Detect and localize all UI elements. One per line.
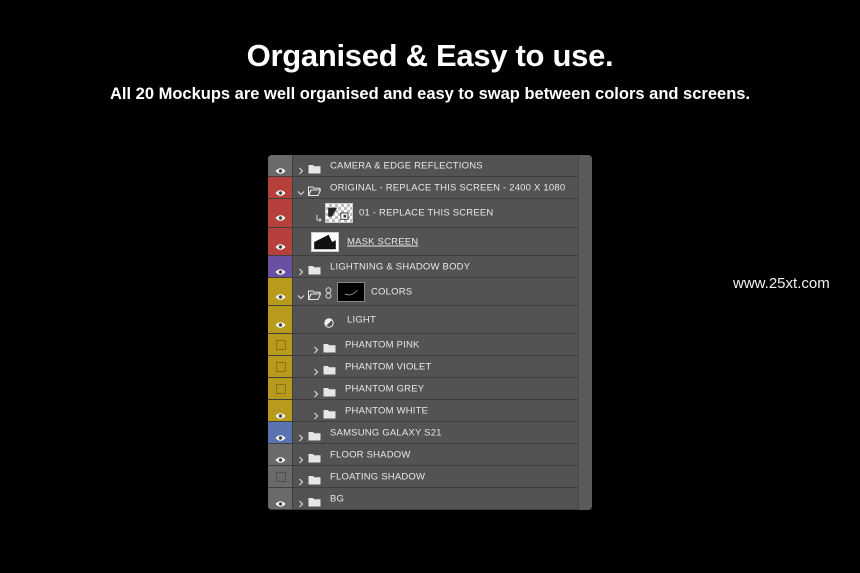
layer-name: FLOATING SHADOW	[330, 471, 426, 482]
layer-name: PHANTOM PINK	[345, 339, 420, 350]
layer-name: MASK SCREEN	[347, 236, 419, 247]
layer-name: LIGHTNING & SHADOW BODY	[330, 261, 471, 272]
visibility-toggle[interactable]	[268, 155, 293, 176]
layer-row-lightning-shadow-body[interactable]: LIGHTNING & SHADOW BODY	[268, 256, 578, 278]
layer-name: 01 - REPLACE THIS SCREEN	[359, 207, 494, 219]
chevron-right-icon[interactable]	[297, 473, 305, 485]
watermark: www.25xt.com	[733, 275, 830, 292]
eye-icon	[275, 288, 286, 300]
chevron-down-icon[interactable]	[297, 184, 305, 195]
folder-icon	[308, 161, 321, 173]
hidden-visibility-icon	[276, 471, 286, 482]
chevron-right-icon[interactable]	[297, 451, 305, 463]
eye-icon	[275, 162, 286, 174]
layer-row-camera-edge-reflections[interactable]: CAMERA & EDGE REFLECTIONS	[268, 155, 578, 177]
layers-scrollbar[interactable]	[578, 155, 592, 510]
layers-panel: CAMERA & EDGE REFLECTIONS ORIGINAL - REPL…	[268, 155, 592, 510]
eye-icon	[275, 495, 286, 507]
visibility-toggle[interactable]	[268, 444, 293, 465]
visibility-toggle[interactable]	[268, 488, 293, 509]
clipping-arrow-icon	[316, 209, 322, 222]
layer-row-phantom-grey[interactable]: PHANTOM GREY	[268, 378, 578, 400]
folder-open-icon	[307, 183, 322, 196]
adjustment-layer-icon	[324, 315, 334, 328]
visibility-toggle[interactable]	[268, 466, 293, 487]
visibility-toggle[interactable]	[268, 400, 293, 421]
folder-icon	[308, 450, 321, 462]
smart-object-thumbnail[interactable]	[325, 203, 353, 223]
layer-row-phantom-white[interactable]: PHANTOM WHITE	[268, 400, 578, 422]
eye-icon	[275, 184, 286, 196]
visibility-toggle[interactable]	[268, 199, 293, 227]
folder-icon	[308, 428, 321, 440]
layer-row-floating-shadow[interactable]: FLOATING SHADOW	[268, 466, 578, 488]
chevron-right-icon[interactable]	[312, 363, 320, 375]
layer-name: BG	[330, 493, 345, 504]
chevron-right-icon[interactable]	[297, 162, 305, 174]
visibility-toggle[interactable]	[268, 334, 293, 355]
layer-row-phantom-violet[interactable]: PHANTOM VIOLET	[268, 356, 578, 378]
chevron-down-icon[interactable]	[297, 288, 305, 299]
layer-name: COLORS	[371, 286, 413, 297]
chevron-right-icon[interactable]	[297, 263, 305, 275]
layer-row-mask-screen[interactable]: MASK SCREEN	[268, 228, 578, 256]
folder-open-icon	[307, 287, 322, 300]
folder-icon	[308, 472, 321, 484]
hidden-visibility-icon	[276, 339, 286, 350]
folder-icon	[323, 340, 336, 352]
layer-name: FLOOR SHADOW	[330, 449, 411, 460]
visibility-toggle[interactable]	[268, 256, 293, 277]
folder-icon	[323, 406, 336, 418]
chevron-right-icon[interactable]	[312, 385, 320, 397]
visibility-toggle[interactable]	[268, 228, 293, 255]
visibility-toggle[interactable]	[268, 177, 293, 198]
page-subtitle: All 20 Mockups are well organised and ea…	[109, 85, 751, 103]
mask-thumbnail[interactable]	[311, 231, 339, 252]
visibility-toggle[interactable]	[268, 306, 293, 333]
visibility-toggle[interactable]	[268, 378, 293, 399]
visibility-toggle[interactable]	[268, 278, 293, 305]
layer-row-01-replace-this-screen[interactable]: 01 - REPLACE THIS SCREEN	[268, 199, 578, 228]
visibility-toggle[interactable]	[268, 356, 293, 377]
hidden-visibility-icon	[276, 383, 286, 394]
layer-name: SAMSUNG GALAXY S21	[330, 427, 442, 438]
folder-icon	[323, 384, 336, 396]
chevron-right-icon[interactable]	[297, 429, 305, 441]
folder-icon	[308, 494, 321, 506]
layer-row-colors[interactable]: COLORS	[268, 278, 578, 306]
layer-name: LIGHT	[347, 314, 376, 325]
folder-icon	[323, 362, 336, 374]
layer-row-original-replace-this-screen-2400-x-1080[interactable]: ORIGINAL - REPLACE THIS SCREEN - 2400 X …	[268, 177, 578, 199]
layer-name: CAMERA & EDGE REFLECTIONS	[330, 160, 483, 171]
eye-icon	[275, 263, 286, 275]
eye-icon	[275, 316, 286, 328]
eye-icon	[275, 238, 286, 250]
layer-name: PHANTOM GREY	[345, 383, 425, 394]
layer-row-floor-shadow[interactable]: FLOOR SHADOW	[268, 444, 578, 466]
layer-mask-thumbnail[interactable]	[337, 281, 365, 302]
hidden-visibility-icon	[276, 361, 286, 372]
layer-row-phantom-pink[interactable]: PHANTOM PINK	[268, 334, 578, 356]
layer-row-light[interactable]: LIGHT	[268, 306, 578, 334]
eye-icon	[275, 407, 286, 419]
link-icon[interactable]	[325, 286, 332, 299]
eye-icon	[275, 209, 286, 221]
chevron-right-icon[interactable]	[297, 495, 305, 507]
layer-name: ORIGINAL - REPLACE THIS SCREEN - 2400 X …	[330, 182, 566, 193]
chevron-right-icon[interactable]	[312, 341, 320, 353]
chevron-right-icon[interactable]	[312, 407, 320, 419]
layer-name: PHANTOM WHITE	[345, 405, 429, 416]
layer-name: PHANTOM VIOLET	[345, 361, 432, 372]
page-title: Organised & Easy to use.	[246, 38, 614, 73]
visibility-toggle[interactable]	[268, 422, 293, 443]
folder-icon	[308, 262, 321, 274]
layer-row-samsung-galaxy-s21[interactable]: SAMSUNG GALAXY S21	[268, 422, 578, 444]
layer-row-bg[interactable]: BG	[268, 488, 578, 510]
eye-icon	[275, 451, 286, 463]
eye-icon	[275, 429, 286, 441]
